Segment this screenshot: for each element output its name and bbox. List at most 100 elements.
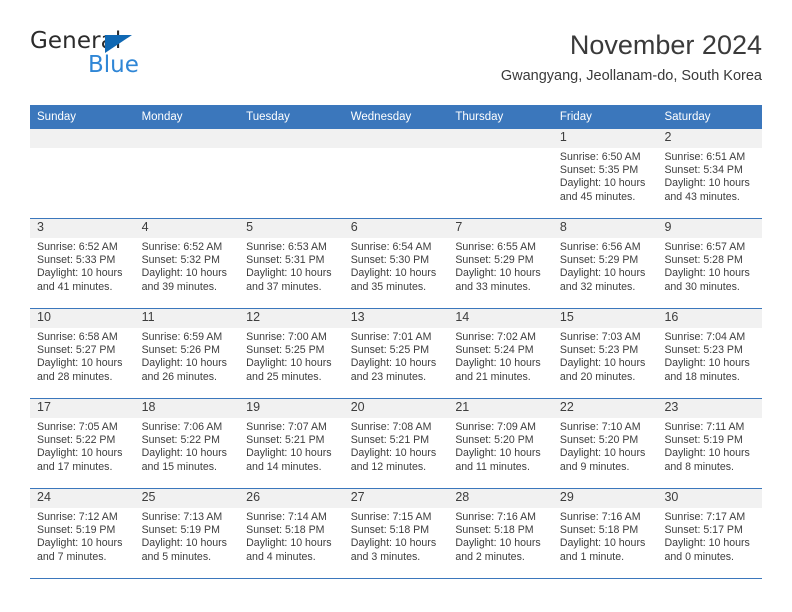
sunrise-text: Sunrise: 7:01 AM bbox=[350, 331, 432, 343]
day-cell[interactable]: 28 Sunrise: 7:16 AM Sunset: 5:18 PM Dayl… bbox=[448, 489, 553, 578]
day-cell[interactable]: 23 Sunrise: 7:11 AM Sunset: 5:19 PM Dayl… bbox=[657, 399, 763, 488]
daylight-text-line1: Daylight: 10 hours bbox=[559, 177, 646, 190]
day-cell[interactable]: 11 Sunrise: 6:59 AM Sunset: 5:26 PM Dayl… bbox=[134, 309, 240, 398]
day-cell[interactable]: 17 Sunrise: 7:05 AM Sunset: 5:22 PM Dayl… bbox=[30, 399, 135, 488]
sunrise-text: Sunrise: 6:57 AM bbox=[664, 241, 746, 253]
week-row: 17 Sunrise: 7:05 AM Sunset: 5:22 PM Dayl… bbox=[30, 399, 763, 489]
daylight-text-line1: Daylight: 10 hours bbox=[664, 537, 750, 550]
sunset-text: Sunset: 5:27 PM bbox=[37, 344, 116, 357]
daylight-text-line2: and 30 minutes. bbox=[664, 280, 740, 293]
daylight-text-line1: Daylight: 10 hours bbox=[559, 267, 646, 280]
daylight-text-line1: Daylight: 10 hours bbox=[37, 357, 123, 370]
day-cell[interactable]: 7 Sunrise: 6:55 AM Sunset: 5:29 PM Dayli… bbox=[448, 219, 553, 308]
day-cell[interactable]: 30 Sunrise: 7:17 AM Sunset: 5:17 PM Dayl… bbox=[657, 489, 763, 578]
day-cell[interactable]: 22 Sunrise: 7:10 AM Sunset: 5:20 PM Dayl… bbox=[552, 399, 658, 488]
day-number: 30 bbox=[657, 489, 763, 508]
daylight-text-line2: and 2 minutes. bbox=[455, 550, 525, 563]
day-cell[interactable]: 15 Sunrise: 7:03 AM Sunset: 5:23 PM Dayl… bbox=[552, 309, 658, 398]
day-details: Sunrise: 6:52 AM Sunset: 5:32 PM Dayligh… bbox=[135, 238, 240, 294]
daylight-text-line1: Daylight: 10 hours bbox=[350, 447, 437, 460]
daylight-text-line2: and 8 minutes. bbox=[664, 460, 734, 473]
sunset-text: Sunset: 5:20 PM bbox=[559, 434, 639, 447]
sunrise-text: Sunrise: 6:52 AM bbox=[37, 241, 118, 253]
daylight-text-line2: and 17 minutes. bbox=[37, 460, 113, 473]
day-details: Sunrise: 7:13 AM Sunset: 5:19 PM Dayligh… bbox=[135, 508, 240, 564]
day-cell[interactable]: 5 Sunrise: 6:53 AM Sunset: 5:31 PM Dayli… bbox=[239, 219, 344, 308]
day-details: Sunrise: 7:04 AM Sunset: 5:23 PM Dayligh… bbox=[657, 328, 762, 384]
daylight-text-line1: Daylight: 10 hours bbox=[37, 447, 123, 460]
day-cell[interactable]: 9 Sunrise: 6:57 AM Sunset: 5:28 PM Dayli… bbox=[657, 219, 763, 308]
sunrise-text: Sunrise: 7:07 AM bbox=[246, 421, 327, 433]
weekday-header-row: Sunday Monday Tuesday Wednesday Thursday… bbox=[30, 105, 762, 129]
day-details: Sunrise: 7:10 AM Sunset: 5:20 PM Dayligh… bbox=[553, 418, 658, 474]
day-number: 12 bbox=[239, 309, 344, 328]
day-details: Sunrise: 7:12 AM Sunset: 5:19 PM Dayligh… bbox=[30, 508, 135, 564]
day-cell[interactable]: 4 Sunrise: 6:52 AM Sunset: 5:32 PM Dayli… bbox=[134, 219, 240, 308]
sunset-text: Sunset: 5:19 PM bbox=[141, 524, 220, 537]
day-details: Sunrise: 7:03 AM Sunset: 5:23 PM Dayligh… bbox=[553, 328, 658, 384]
day-cell bbox=[30, 129, 135, 218]
day-cell[interactable]: 24 Sunrise: 7:12 AM Sunset: 5:19 PM Dayl… bbox=[30, 489, 135, 578]
sunrise-text: Sunrise: 7:04 AM bbox=[664, 331, 746, 343]
day-cell[interactable]: 1 Sunrise: 6:50 AM Sunset: 5:35 PM Dayli… bbox=[552, 129, 658, 218]
day-number: 11 bbox=[134, 309, 240, 328]
day-cell[interactable]: 2 Sunrise: 6:51 AM Sunset: 5:34 PM Dayli… bbox=[657, 129, 763, 218]
day-number: 5 bbox=[239, 219, 344, 238]
sunrise-text: Sunrise: 7:00 AM bbox=[246, 331, 327, 343]
weekday-friday: Friday bbox=[559, 111, 592, 123]
page-header: General Blue November 2024 Gwangyang, Je… bbox=[30, 28, 762, 100]
day-number: 26 bbox=[239, 489, 344, 508]
brand-logo[interactable]: General Blue bbox=[30, 28, 260, 90]
week-row: 1 Sunrise: 6:50 AM Sunset: 5:35 PM Dayli… bbox=[30, 129, 763, 219]
week-row: 3 Sunrise: 6:52 AM Sunset: 5:33 PM Dayli… bbox=[30, 219, 763, 309]
sunset-text: Sunset: 5:26 PM bbox=[141, 344, 220, 357]
sunrise-text: Sunrise: 6:50 AM bbox=[559, 151, 641, 163]
daylight-text-line2: and 20 minutes. bbox=[559, 370, 636, 383]
day-cell[interactable]: 21 Sunrise: 7:09 AM Sunset: 5:20 PM Dayl… bbox=[448, 399, 553, 488]
day-cell[interactable]: 16 Sunrise: 7:04 AM Sunset: 5:23 PM Dayl… bbox=[657, 309, 763, 398]
day-number: 29 bbox=[552, 489, 658, 508]
sunset-text: Sunset: 5:28 PM bbox=[664, 254, 743, 267]
daylight-text-line1: Daylight: 10 hours bbox=[350, 357, 437, 370]
day-cell[interactable]: 12 Sunrise: 7:00 AM Sunset: 5:25 PM Dayl… bbox=[239, 309, 344, 398]
day-details: Sunrise: 7:00 AM Sunset: 5:25 PM Dayligh… bbox=[239, 328, 344, 384]
daylight-text-line1: Daylight: 10 hours bbox=[559, 537, 646, 550]
day-number: 13 bbox=[343, 309, 449, 328]
day-cell[interactable]: 20 Sunrise: 7:08 AM Sunset: 5:21 PM Dayl… bbox=[343, 399, 449, 488]
day-number: 16 bbox=[657, 309, 763, 328]
day-cell[interactable]: 18 Sunrise: 7:06 AM Sunset: 5:22 PM Dayl… bbox=[134, 399, 240, 488]
day-number: 6 bbox=[343, 219, 449, 238]
day-details: Sunrise: 6:52 AM Sunset: 5:33 PM Dayligh… bbox=[30, 238, 135, 294]
day-cell bbox=[239, 129, 344, 218]
day-cell[interactable]: 3 Sunrise: 6:52 AM Sunset: 5:33 PM Dayli… bbox=[30, 219, 135, 308]
day-cell[interactable]: 6 Sunrise: 6:54 AM Sunset: 5:30 PM Dayli… bbox=[343, 219, 449, 308]
day-details: Sunrise: 7:16 AM Sunset: 5:18 PM Dayligh… bbox=[448, 508, 553, 564]
sunset-text: Sunset: 5:35 PM bbox=[559, 164, 639, 177]
day-number: 21 bbox=[448, 399, 553, 418]
day-cell[interactable]: 26 Sunrise: 7:14 AM Sunset: 5:18 PM Dayl… bbox=[239, 489, 344, 578]
daylight-text-line2: and 23 minutes. bbox=[350, 370, 427, 383]
day-details: Sunrise: 7:16 AM Sunset: 5:18 PM Dayligh… bbox=[553, 508, 658, 564]
daylight-text-line2: and 28 minutes. bbox=[37, 370, 113, 383]
weekday-monday: Monday bbox=[141, 111, 183, 123]
day-cell[interactable]: 8 Sunrise: 6:56 AM Sunset: 5:29 PM Dayli… bbox=[552, 219, 658, 308]
daylight-text-line1: Daylight: 10 hours bbox=[455, 537, 541, 550]
day-cell[interactable]: 29 Sunrise: 7:16 AM Sunset: 5:18 PM Dayl… bbox=[552, 489, 658, 578]
day-number: 14 bbox=[448, 309, 553, 328]
day-cell[interactable]: 10 Sunrise: 6:58 AM Sunset: 5:27 PM Dayl… bbox=[30, 309, 135, 398]
day-cell[interactable]: 14 Sunrise: 7:02 AM Sunset: 5:24 PM Dayl… bbox=[448, 309, 553, 398]
daylight-text-line1: Daylight: 10 hours bbox=[141, 447, 227, 460]
day-cell[interactable]: 13 Sunrise: 7:01 AM Sunset: 5:25 PM Dayl… bbox=[343, 309, 449, 398]
day-cell[interactable]: 19 Sunrise: 7:07 AM Sunset: 5:21 PM Dayl… bbox=[239, 399, 344, 488]
day-cell[interactable]: 25 Sunrise: 7:13 AM Sunset: 5:19 PM Dayl… bbox=[134, 489, 240, 578]
day-cell[interactable]: 27 Sunrise: 7:15 AM Sunset: 5:18 PM Dayl… bbox=[343, 489, 449, 578]
day-number: 7 bbox=[448, 219, 553, 238]
sunset-text: Sunset: 5:18 PM bbox=[559, 524, 639, 537]
day-number: 3 bbox=[30, 219, 135, 238]
weekday-wednesday: Wednesday bbox=[350, 111, 412, 123]
sunset-text: Sunset: 5:34 PM bbox=[664, 164, 743, 177]
day-number bbox=[448, 129, 553, 148]
sunrise-text: Sunrise: 7:16 AM bbox=[455, 511, 536, 523]
day-details: Sunrise: 7:09 AM Sunset: 5:20 PM Dayligh… bbox=[448, 418, 553, 474]
sunrise-text: Sunrise: 6:53 AM bbox=[246, 241, 327, 253]
